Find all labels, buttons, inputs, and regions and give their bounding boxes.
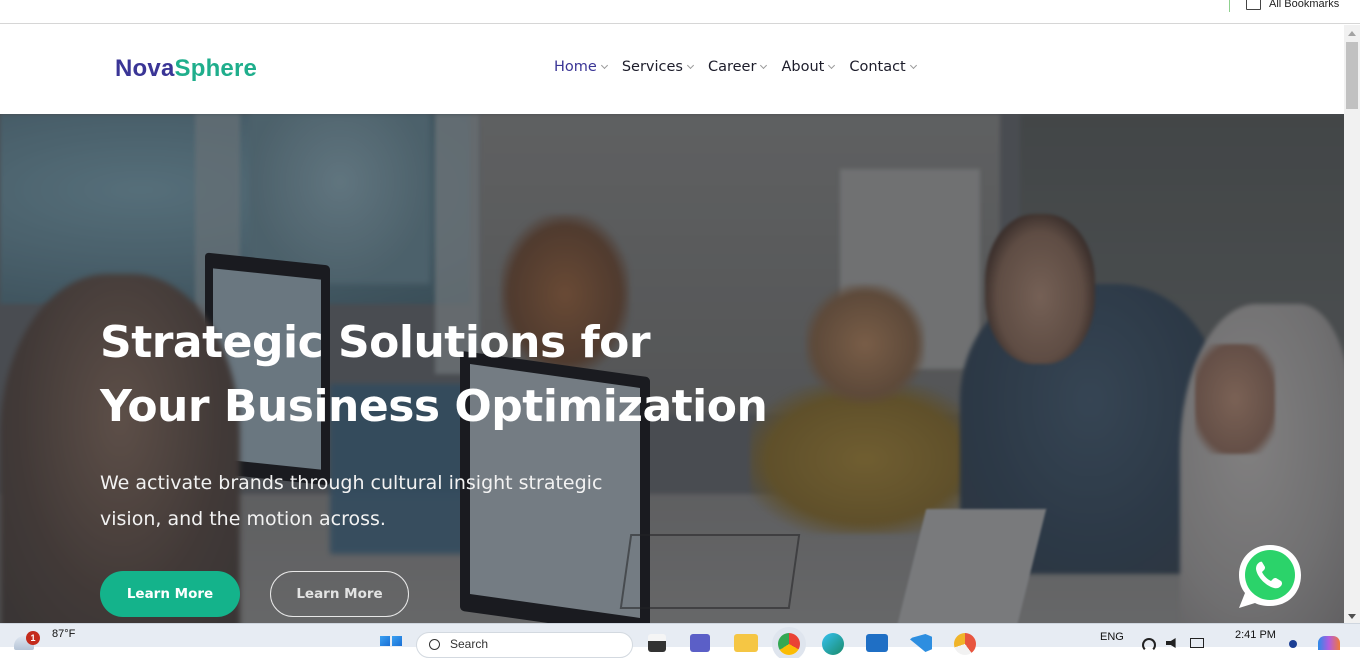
learn-more-primary-button[interactable]: Learn More [100,571,240,617]
store-icon[interactable] [866,634,888,652]
taskbar-search-input[interactable]: Search [416,632,633,658]
nav-item-about[interactable]: About [781,59,836,75]
hero-title-line1: Strategic Solutions for [100,317,651,368]
search-placeholder: Search [450,637,489,651]
language-indicator[interactable]: ENG [1100,631,1124,643]
hero-section: Strategic Solutions for Your Business Op… [0,114,1344,623]
all-bookmarks-label: All Bookmarks [1269,0,1340,10]
windows-taskbar: 87°F 1 Search ENG 2:41 PM [0,623,1360,658]
whatsapp-icon [1239,545,1301,608]
nav-item-label: Home [554,59,597,75]
chevron-down-icon [760,61,768,70]
learn-more-secondary-button[interactable]: Learn More [270,571,409,617]
hero-subtitle-line1: We activate brands through cultural insi… [100,472,603,494]
hero-title: Strategic Solutions for Your Business Op… [100,311,860,439]
logo-text-nova: Nova [115,55,175,82]
scroll-up-arrow-icon[interactable] [1348,31,1356,36]
copilot-icon[interactable] [1318,636,1340,650]
hero-subtitle-line2: vision, and the motion across. [100,508,386,530]
file-explorer-icon[interactable] [648,634,666,652]
chrome-icon[interactable] [778,633,800,655]
nav-item-label: About [781,59,825,75]
chevron-down-icon [909,61,917,70]
teams-icon[interactable] [690,634,710,652]
bookmarks-bar: All Bookmarks [0,0,1360,24]
scroll-thumb[interactable] [1346,42,1358,109]
search-icon [429,639,440,650]
site-logo[interactable]: NovaSphere [115,55,257,83]
vscode-icon[interactable] [910,634,932,652]
scroll-down-arrow-icon[interactable] [1348,614,1356,619]
main-nav: Home Services Career About Contact [554,59,917,75]
weather-notification-badge: 1 [26,631,40,645]
hero-title-line2: Your Business Optimization [100,381,768,432]
weather-widget[interactable]: 87°F [14,628,76,650]
windows-start-icon[interactable] [380,636,402,650]
weather-temperature: 87°F [52,628,76,640]
logo-text-sphere: Sphere [174,55,258,82]
chrome-canary-icon[interactable] [954,633,976,655]
page-scrollbar[interactable] [1344,25,1360,623]
chevron-down-icon [828,61,836,70]
nav-item-home[interactable]: Home [554,59,608,75]
nav-item-label: Services [621,59,683,75]
whatsapp-chat-button[interactable] [1236,543,1304,611]
folder-icon[interactable] [734,634,758,652]
hero-subtitle: We activate brands through cultural insi… [100,465,660,537]
wifi-icon[interactable] [1142,638,1156,652]
chevron-down-icon [686,61,695,70]
bookmarks-separator [1229,0,1230,12]
nav-item-label: Career [707,59,757,75]
site-header: NovaSphere Home Services Career About Co… [0,25,1344,114]
clock-time[interactable]: 2:41 PM [1235,629,1276,641]
edge-icon[interactable] [822,633,844,655]
all-bookmarks-button[interactable]: All Bookmarks [1246,0,1339,11]
chevron-down-icon [600,61,608,70]
page-viewport: NovaSphere Home Services Career About Co… [0,25,1344,623]
nav-item-contact[interactable]: Contact [849,59,917,75]
nav-item-career[interactable]: Career [707,59,768,75]
nav-item-label: Contact [849,59,906,75]
nav-item-services[interactable]: Services [621,59,695,75]
folder-icon [1246,0,1261,10]
